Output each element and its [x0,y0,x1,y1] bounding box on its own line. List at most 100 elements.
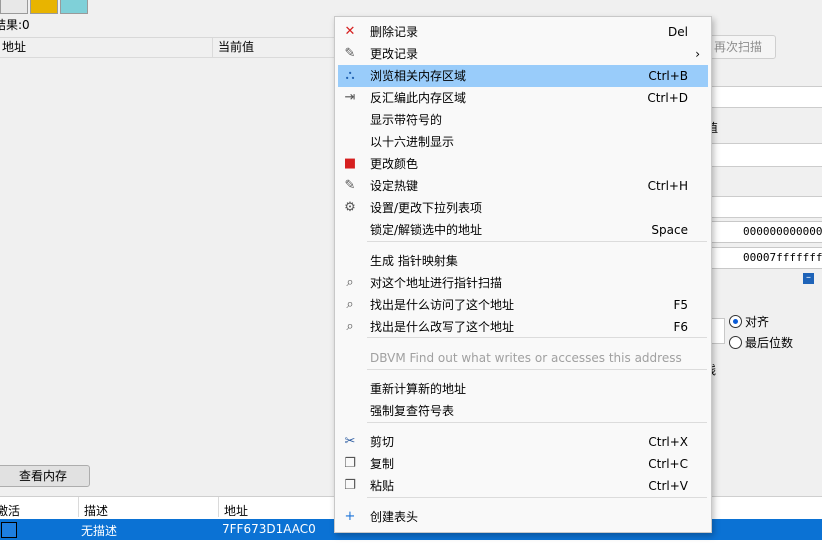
menu-item[interactable]: 以十六进制显示 [338,131,708,153]
find-write-icon: ⌕ [346,319,354,334]
menu-item[interactable]: 锁定/解锁选中的地址 Space [338,219,708,241]
menu-item[interactable]: ■ 更改颜色 [338,153,708,175]
menu-item-label: 更改颜色 [370,157,419,171]
value-type-select[interactable] [710,196,822,218]
column-description[interactable]: 描述 [84,502,108,519]
menu-item[interactable]: ⛬ 浏览相关内存区域 Ctrl+B [338,65,708,87]
menu-item[interactable]: 重新计算新的地址 [338,378,708,400]
save-file-button[interactable] [60,0,88,14]
menu-item-label: 以十六进制显示 [370,135,455,149]
menu-item-label: 创建表头 [370,510,419,524]
hotkey-icon: ✎ [344,178,356,193]
delete-icon: ✕ [344,24,356,39]
menu-item-label: 浏览相关内存区域 [370,69,467,83]
menu-item-label: 复制 [370,457,395,471]
menu-item-label: 删除记录 [370,25,419,39]
menu-item[interactable]: ✕ 删除记录 Del [338,21,708,43]
pointer-scan-icon: ⌕ [346,275,354,290]
toolbar [0,0,822,14]
menu-separator [367,241,707,242]
menu-item-shortcut: Ctrl+X [648,435,688,449]
menu-separator [367,422,707,423]
context-menu: ✕ 删除记录 Del ✎ 更改记录 › ⛬ 浏览相关内存区域 Ctrl+B ⇥ 反汇编此内存区域 Ct… [334,16,712,533]
menu-item-shortcut: Ctrl+B [648,69,688,83]
menu-item[interactable]: ✂ 剪切 Ctrl+X [338,431,708,453]
menu-item[interactable]: 生成 指针映射集 [338,250,708,272]
last-digits-radio[interactable] [729,336,742,349]
open-file-button[interactable] [30,0,58,14]
menu-item[interactable]: ⌕ 找出是什么改写了这个地址 F6 [338,316,708,338]
gear-icon: ⚙ [344,200,356,215]
menu-item-shortcut: Del [668,25,688,39]
menu-separator [367,337,707,338]
disassemble-icon: ⇥ [344,90,356,105]
menu-item-label: 剪切 [370,435,395,449]
menu-item-label: 反汇编此内存区域 [370,91,467,105]
scan-value-input[interactable] [710,86,822,108]
menu-item-label: DBVM Find out what writes or accesses th… [370,351,682,365]
column-divider [218,497,219,517]
menu-item-label: 找出是什么访问了这个地址 [370,298,515,312]
plus-icon: + [344,509,356,524]
column-divider [78,497,79,517]
menu-item[interactable]: DBVM Find out what writes or accesses th… [338,347,708,369]
menu-item-label: 强制复查符号表 [370,404,455,418]
paste-icon: ❐ [344,478,356,493]
fast-scan-field[interactable] [710,318,725,344]
copy-icon: ❐ [344,456,356,471]
scan-type-select[interactable] [710,143,822,167]
scissors-icon: ✂ [344,434,356,449]
menu-item-label: 对这个地址进行指针扫描 [370,276,503,290]
menu-item[interactable]: ✎ 设定热键 Ctrl+H [338,175,708,197]
align-label: 对齐 [745,315,770,329]
menu-item-label: 更改记录 [370,47,419,61]
menu-item-shortcut: Ctrl+C [648,457,688,471]
collapse-icon[interactable]: – [803,273,814,284]
menu-item[interactable]: ❐ 复制 Ctrl+C [338,453,708,475]
menu-item-label: 显示带符号的 [370,113,443,127]
open-process-button[interactable] [0,0,28,14]
menu-item[interactable]: 强制复查符号表 [338,400,708,422]
menu-item-label: 生成 指针映射集 [370,254,458,268]
menu-item[interactable]: ⇥ 反汇编此内存区域 Ctrl+D [338,87,708,109]
align-radio[interactable] [729,315,742,328]
column-active[interactable]: 激活 [0,502,20,519]
menu-item-shortcut: Ctrl+D [647,91,688,105]
menu-item[interactable]: 显示带符号的 [338,109,708,131]
menu-item-label: 锁定/解锁选中的地址 [370,223,483,237]
row-description: 无描述 [81,524,118,538]
column-address[interactable]: 地址 [2,37,26,57]
menu-item-shortcut: Ctrl+H [647,179,688,193]
start-address-field[interactable]: 000000000000 [710,221,822,243]
header-divider [0,57,334,58]
column-divider [212,38,213,57]
active-checkbox[interactable] [1,522,17,538]
menu-item-label: 找出是什么改写了这个地址 [370,320,515,334]
menu-item[interactable]: ⚙ 设置/更改下拉列表项 [338,197,708,219]
find-access-icon: ⌕ [346,297,354,312]
menu-item[interactable]: ❐ 粘贴 Ctrl+V [338,475,708,497]
menu-item-shortcut: F6 [673,320,688,334]
found-count: 结果:0 [0,18,30,32]
row-address: 7FF673D1AAC0 [222,522,316,536]
menu-item[interactable]: ⌕ 找出是什么访问了这个地址 F5 [338,294,708,316]
edit-icon: ✎ [344,46,356,61]
menu-item-shortcut: Ctrl+V [648,479,688,493]
menu-separator [367,497,707,498]
chevron-right-icon: › [695,47,700,61]
menu-item-label: 重新计算新的地址 [370,382,467,396]
menu-item-shortcut: Space [651,223,688,237]
menu-item-label: 设置/更改下拉列表项 [370,201,483,215]
menu-item[interactable]: ⌕ 对这个地址进行指针扫描 [338,272,708,294]
menu-item-shortcut: F5 [673,298,688,312]
stop-address-field[interactable]: 00007fffffff [710,247,822,269]
last-digits-label: 最后位数 [745,336,794,350]
menu-item[interactable]: ✎ 更改记录 › [338,43,708,65]
column-current-value[interactable]: 当前值 [218,37,254,57]
view-memory-button[interactable]: 查看内存 [0,465,90,487]
menu-separator [367,369,707,370]
column-address-bottom[interactable]: 地址 [224,502,248,519]
browse-memory-icon: ⛬ [345,68,355,83]
menu-item[interactable]: + 创建表头 [338,506,708,528]
results-list[interactable] [0,37,334,461]
